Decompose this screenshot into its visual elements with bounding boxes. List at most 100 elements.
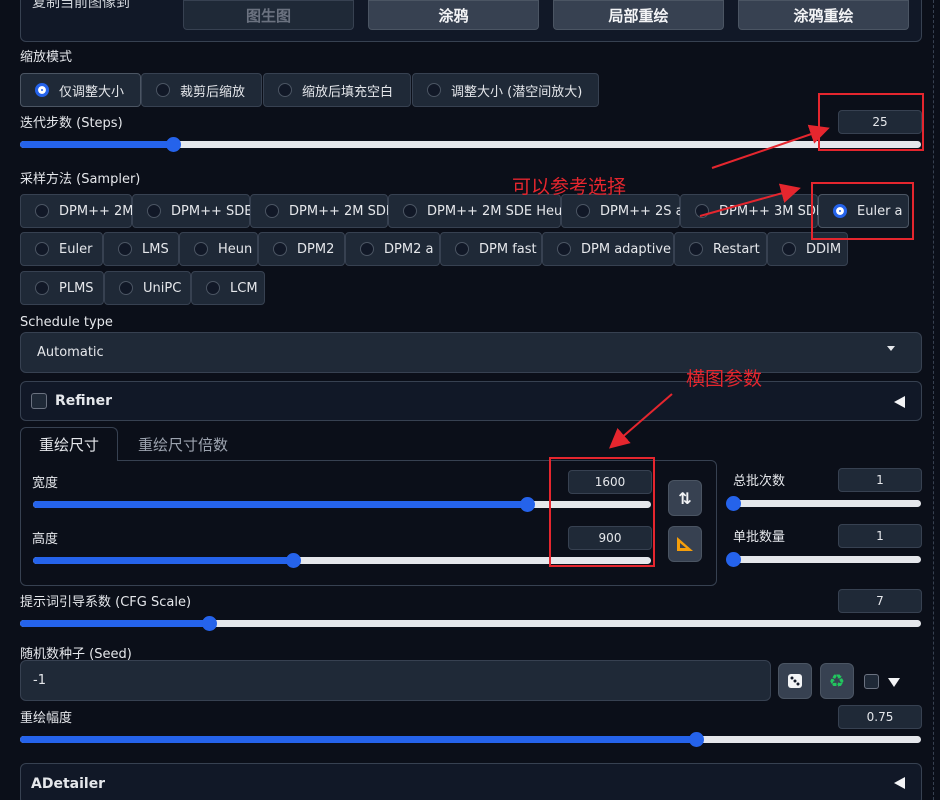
height-slider-thumb[interactable] [285,553,301,568]
sampler-option[interactable]: UniPC [104,271,191,305]
denoise-label: 重绘幅度 [20,711,73,726]
batch-size-slider[interactable] [726,552,921,567]
sampler-label: 采样方法 (Sampler) [20,172,141,187]
batch_count-slider-thumb[interactable] [726,496,741,511]
radio-icon [576,204,590,218]
sampler-option[interactable]: Euler [20,232,103,266]
refiner-label: Refiner [55,393,113,409]
sampler-option[interactable]: DPM++ 3M SDE [680,194,824,228]
resize-mode-option[interactable]: 调整大小 (潜空间放大) [412,73,599,107]
denoise-slider[interactable] [20,732,921,747]
triangle-left-icon[interactable] [894,777,905,789]
radio-icon [557,242,571,256]
cfg-slider-thumb[interactable] [202,616,218,631]
sampler-option-label: DPM adaptive [581,241,672,257]
steps-slider-thumb[interactable] [166,137,182,152]
size-highlight-box [549,457,655,567]
radio-icon [265,204,279,218]
triangle-ruler-icon [677,537,693,551]
sampler-option-label: DPM++ 2S a [600,203,684,219]
sampler-option[interactable]: LCM [191,271,265,305]
caret-down-icon [887,346,895,351]
radio-icon [147,204,161,218]
radio-icon [455,242,469,256]
cfg-scale-label: 提示词引导系数 (CFG Scale) [20,595,192,610]
radio-icon [403,204,417,218]
steps-highlight-box [818,93,924,151]
seed-value: -1 [33,673,46,688]
sampler-option[interactable]: LMS [103,232,179,266]
radio-icon [273,242,287,256]
triangle-left-icon[interactable] [894,396,905,408]
batch-size-input[interactable]: 1 [838,524,922,548]
sampler-option[interactable]: DPM++ SDE [132,194,253,228]
sampler-option[interactable]: DPM++ 2M SDE [250,194,394,228]
copy-to-button-2[interactable]: 局部重绘 [553,0,724,30]
radio-icon [156,83,170,97]
batch-count-input[interactable]: 1 [838,468,922,492]
resize-mode-option[interactable]: 裁剪后缩放 [141,73,262,107]
denoise-slider-thumb[interactable] [688,732,704,747]
sampler-option[interactable]: PLMS [20,271,104,305]
caret-down-icon[interactable] [888,678,900,687]
copy-image-label: 复制当前图像到 [32,0,130,11]
sampler-option[interactable]: DPM++ 2M SDE Heun [388,194,570,228]
height-label: 高度 [32,532,59,547]
extra-seed-checkbox[interactable] [864,674,879,689]
tab-resize-scale[interactable]: 重绘尺寸倍数 [118,427,248,461]
radio-icon [689,242,703,256]
refiner-accordion[interactable]: Refiner [20,381,922,421]
width-label: 宽度 [32,476,59,491]
random-seed-button[interactable] [778,663,812,699]
steps-slider[interactable] [20,137,921,152]
reuse-seed-button[interactable]: ♻ [820,663,854,699]
arrow-to-steps [711,124,830,169]
width-slider-fill [33,501,528,508]
radio-icon [35,83,49,97]
batch_size-slider-thumb[interactable] [726,552,741,567]
steps-label: 迭代步数 (Steps) [20,116,123,131]
sampler-option-label: DPM++ SDE [171,203,253,219]
seed-input[interactable]: -1 [20,660,771,701]
copy-to-button-3[interactable]: 涂鸦重绘 [738,0,909,30]
sampler-option-label: LCM [230,280,258,296]
denoise-input[interactable]: 0.75 [838,705,922,729]
sampler-option-label: UniPC [143,280,182,296]
resize-mode-option[interactable]: 仅调整大小 [20,73,141,107]
adetailer-accordion[interactable]: ADetailer [20,763,922,800]
sampler-option[interactable]: Heun [179,232,258,266]
cfg-slider-fill [20,620,210,627]
resize-mode-option[interactable]: 缩放后填充空白 [263,73,411,107]
sampler-option-label: DPM++ 3M SDE [719,203,825,219]
radio-icon [782,242,796,256]
schedule-type-select[interactable]: Automatic [20,332,922,373]
sampler-option-label: LMS [142,241,169,257]
height-slider-fill [33,557,293,564]
radio-icon [35,242,49,256]
tab-resize-size[interactable]: 重绘尺寸 [20,427,118,461]
batch-count-slider[interactable] [726,496,921,511]
cfg-scale-slider[interactable] [20,616,921,631]
sampler-option[interactable]: DPM fast [440,232,542,266]
copy-to-button-1[interactable]: 涂鸦 [368,0,539,30]
radio-icon [118,242,132,256]
sampler-option[interactable]: DPM2 [258,232,345,266]
sampler-option[interactable]: Restart [674,232,767,266]
aspect-ratio-button[interactable] [668,526,702,562]
sampler-option-label: DPM fast [479,241,537,257]
dice-icon [788,674,802,688]
refiner-checkbox[interactable] [31,393,47,409]
swap-dimensions-button[interactable]: ⇅ [668,480,702,516]
sampler-option[interactable]: DPM++ 2S a [561,194,684,228]
radio-icon [194,242,208,256]
cfg-scale-input[interactable]: 7 [838,589,922,613]
radio-icon [278,83,292,97]
radio-icon [695,204,709,218]
schedule-type-value: Automatic [37,345,104,360]
sampler-option[interactable]: DPM adaptive [542,232,674,266]
sampler-option[interactable]: DPM2 a [345,232,440,266]
sampler-annotation: 可以参考选择 [512,176,627,198]
sampler-option[interactable]: DPM++ 2M [20,194,133,228]
radio-icon [35,204,49,218]
sampler-option-label: Heun [218,241,253,257]
